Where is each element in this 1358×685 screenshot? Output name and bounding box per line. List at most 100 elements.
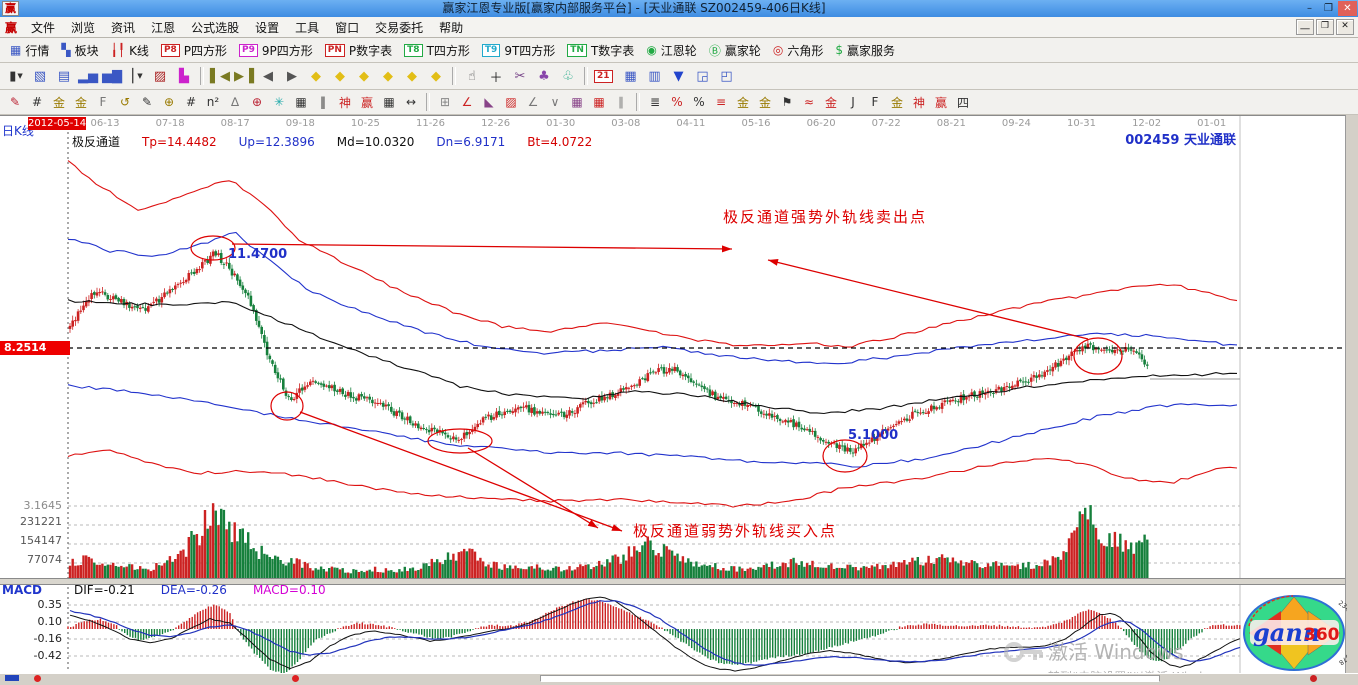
calculator-icon[interactable]: ▦ [620, 66, 642, 86]
calendar-icon[interactable]: 21 [593, 66, 618, 86]
diamond-up-icon[interactable]: ◆ [401, 66, 423, 86]
menu-item-1[interactable]: 浏览 [63, 21, 103, 35]
spiral-icon[interactable]: ↺ [115, 93, 135, 111]
t-square-icon-button[interactable]: T8T四方形 [398, 42, 476, 59]
percent-levels-icon[interactable]: ≡ [711, 93, 731, 111]
number-grid-icon[interactable]: ▦ [379, 93, 399, 111]
star-icon[interactable]: ✳ [269, 93, 289, 111]
candle-style-icon[interactable]: ⎮▼ [125, 66, 147, 86]
menu-item-3[interactable]: 江恩 [143, 21, 183, 35]
next-bar-icon[interactable]: ▶ [281, 66, 303, 86]
cycle-circle-icon[interactable]: ⊕ [159, 93, 179, 111]
gold-ratio-icon[interactable]: 金 [49, 93, 69, 111]
data-transfer-icon[interactable]: ◰ [716, 66, 738, 86]
menu-item-4[interactable]: 公式选股 [183, 21, 247, 35]
wave-box-icon[interactable]: ≈ [799, 93, 819, 111]
percent-icon[interactable]: % [689, 93, 709, 111]
diamond-shrink-icon[interactable]: ◆ [377, 66, 399, 86]
indicator-name[interactable]: 极反通道 [72, 135, 120, 149]
gold-angle-icon[interactable]: 金 [887, 93, 907, 111]
shade-box-icon[interactable]: ▨ [501, 93, 521, 111]
maximize-button[interactable]: ❐ [1319, 1, 1338, 16]
check-line-icon[interactable]: ∨ [545, 93, 565, 111]
angle-fan-icon[interactable]: ∆ [225, 93, 245, 111]
last-bar-icon[interactable]: ▶▐ [233, 66, 255, 86]
p-number-table-icon-button[interactable]: PNP数字表 [319, 42, 398, 59]
grid-lines-icon[interactable]: # [27, 93, 47, 111]
menu-item-5[interactable]: 设置 [247, 21, 287, 35]
fibonacci-icon[interactable]: F [93, 93, 113, 111]
box-tool-icon[interactable]: ⊞ [435, 93, 455, 111]
t-number-table-icon-button[interactable]: TNT数字表 [561, 42, 640, 59]
close-button[interactable]: ✕ [1338, 1, 1357, 16]
list-icon[interactable]: ≣ [645, 93, 665, 111]
gold-levels-icon[interactable]: 金 [755, 93, 775, 111]
t9-square-icon-button[interactable]: T99T四方形 [476, 42, 561, 59]
marker-pen-icon[interactable]: ✎ [137, 93, 157, 111]
shen-angle-icon[interactable]: 神 [909, 93, 929, 111]
square-n2-icon[interactable]: n² [203, 93, 223, 111]
percent-strike-icon[interactable]: % [667, 93, 687, 111]
diamond-left-icon[interactable]: ◆ [305, 66, 327, 86]
menu-item-9[interactable]: 帮助 [431, 21, 471, 35]
info-panel-icon[interactable]: ▤ [53, 66, 75, 86]
ying-grid-icon[interactable]: 赢 [357, 93, 377, 111]
notepad-icon[interactable]: ▥ [644, 66, 666, 86]
grid-red-icon[interactable]: ▦ [589, 93, 609, 111]
grid-box-icon[interactable]: ▦ [291, 93, 311, 111]
si-angle-icon[interactable]: 四 [953, 93, 973, 111]
p9-square-icon-button[interactable]: P99P四方形 [233, 42, 319, 59]
parallel-icon[interactable]: ‖ [313, 93, 333, 111]
gold-grid-icon[interactable]: 金 [71, 93, 91, 111]
color-histogram-icon[interactable]: ▙ [173, 66, 195, 86]
gold-circle-icon[interactable]: 金 [733, 93, 753, 111]
menu-item-0[interactable]: 文件 [23, 21, 63, 35]
web-export-icon[interactable]: ◲ [692, 66, 714, 86]
diamond-all-icon[interactable]: ◆ [425, 66, 447, 86]
flag-pen-icon[interactable]: ⚑ [777, 93, 797, 111]
parallel-lines-icon[interactable]: ∥ [611, 93, 631, 111]
kline-period-icon[interactable]: ▮▼ [5, 66, 27, 86]
wedge-icon[interactable]: ◣ [479, 93, 499, 111]
diamond-right-icon[interactable]: ◆ [329, 66, 351, 86]
menu-item-6[interactable]: 工具 [287, 21, 327, 35]
fan-lines-icon[interactable]: ∠ [457, 93, 477, 111]
gann-tree-icon[interactable]: ♣ [533, 66, 555, 86]
first-bar-icon[interactable]: ▌◀ [209, 66, 231, 86]
chart-window[interactable]: 日K线 2012-05-14 06-1307-1808-1709-1810-25… [0, 115, 1346, 673]
hand-icon[interactable]: ☝ [461, 66, 483, 86]
menu-item-8[interactable]: 交易委托 [367, 21, 431, 35]
scissors-icon[interactable]: ✂ [509, 66, 531, 86]
p-square-icon-button[interactable]: P8P四方形 [155, 42, 233, 59]
zigzag-icon[interactable]: ▨ [149, 66, 171, 86]
gold-red-icon[interactable]: 金 [821, 93, 841, 111]
bars-small-icon[interactable]: ▂▅ [77, 66, 99, 86]
j-angle-icon[interactable]: J [843, 93, 863, 111]
bars-large-icon[interactable]: ▅▇ [101, 66, 123, 86]
gann-circle-icon[interactable]: ⊕ [247, 93, 267, 111]
winner-service-icon-button[interactable]: $赢家服务 [829, 42, 901, 59]
grid2-icon[interactable]: # [181, 93, 201, 111]
angle-line-icon[interactable]: ∠ [523, 93, 543, 111]
quotes-grid-icon-button[interactable]: ▦行情 [4, 42, 55, 59]
diamond-expand-icon[interactable]: ◆ [353, 66, 375, 86]
hexagon-icon-button[interactable]: ◎六角形 [767, 42, 830, 59]
window-layout-icon[interactable]: ▧ [29, 66, 51, 86]
shen-grid-icon[interactable]: 神 [335, 93, 355, 111]
crosshair-icon[interactable]: ＋ [485, 66, 507, 86]
gann-wheel-icon-button[interactable]: ◉江恩轮 [640, 42, 703, 59]
menu-item-2[interactable]: 资讯 [103, 21, 143, 35]
menu-item-7[interactable]: 窗口 [327, 21, 367, 35]
winner-wheel-icon-button[interactable]: Ⓑ赢家轮 [703, 42, 767, 59]
mdi-minimize-button[interactable]: ＿ [1296, 19, 1314, 35]
f-angle-icon[interactable]: F [865, 93, 885, 111]
mdi-restore-button[interactable]: ❐ [1316, 19, 1334, 35]
mind-map-icon[interactable]: ♧ [557, 66, 579, 86]
save-icon[interactable]: ▼ [668, 66, 690, 86]
macd-pane-label[interactable]: MACD [2, 583, 42, 597]
ying-angle-icon[interactable]: 赢 [931, 93, 951, 111]
kline-icon-button[interactable]: ╽╿K线 [105, 42, 155, 59]
minimize-button[interactable]: – [1300, 1, 1319, 16]
mdi-close-button[interactable]: ✕ [1336, 19, 1354, 35]
width-measure-icon[interactable]: ↔ [401, 93, 421, 111]
